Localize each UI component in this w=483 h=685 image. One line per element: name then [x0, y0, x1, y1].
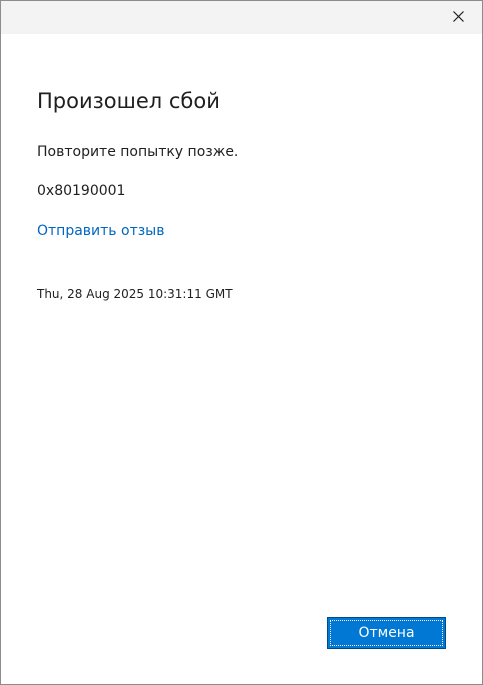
close-button[interactable]	[444, 3, 474, 31]
error-code: 0x80190001	[37, 183, 126, 199]
error-dialog-window: Произошел сбой Повторите попытку позже. …	[0, 0, 483, 685]
title-bar	[1, 1, 482, 34]
error-timestamp: Thu, 28 Aug 2025 10:31:11 GMT	[37, 287, 233, 301]
cancel-button[interactable]: Отмена	[327, 617, 446, 649]
close-icon	[453, 11, 464, 22]
dialog-heading: Произошел сбой	[37, 89, 220, 113]
error-message: Повторите попытку позже.	[37, 144, 239, 160]
send-feedback-link[interactable]: Отправить отзыв	[37, 223, 164, 239]
